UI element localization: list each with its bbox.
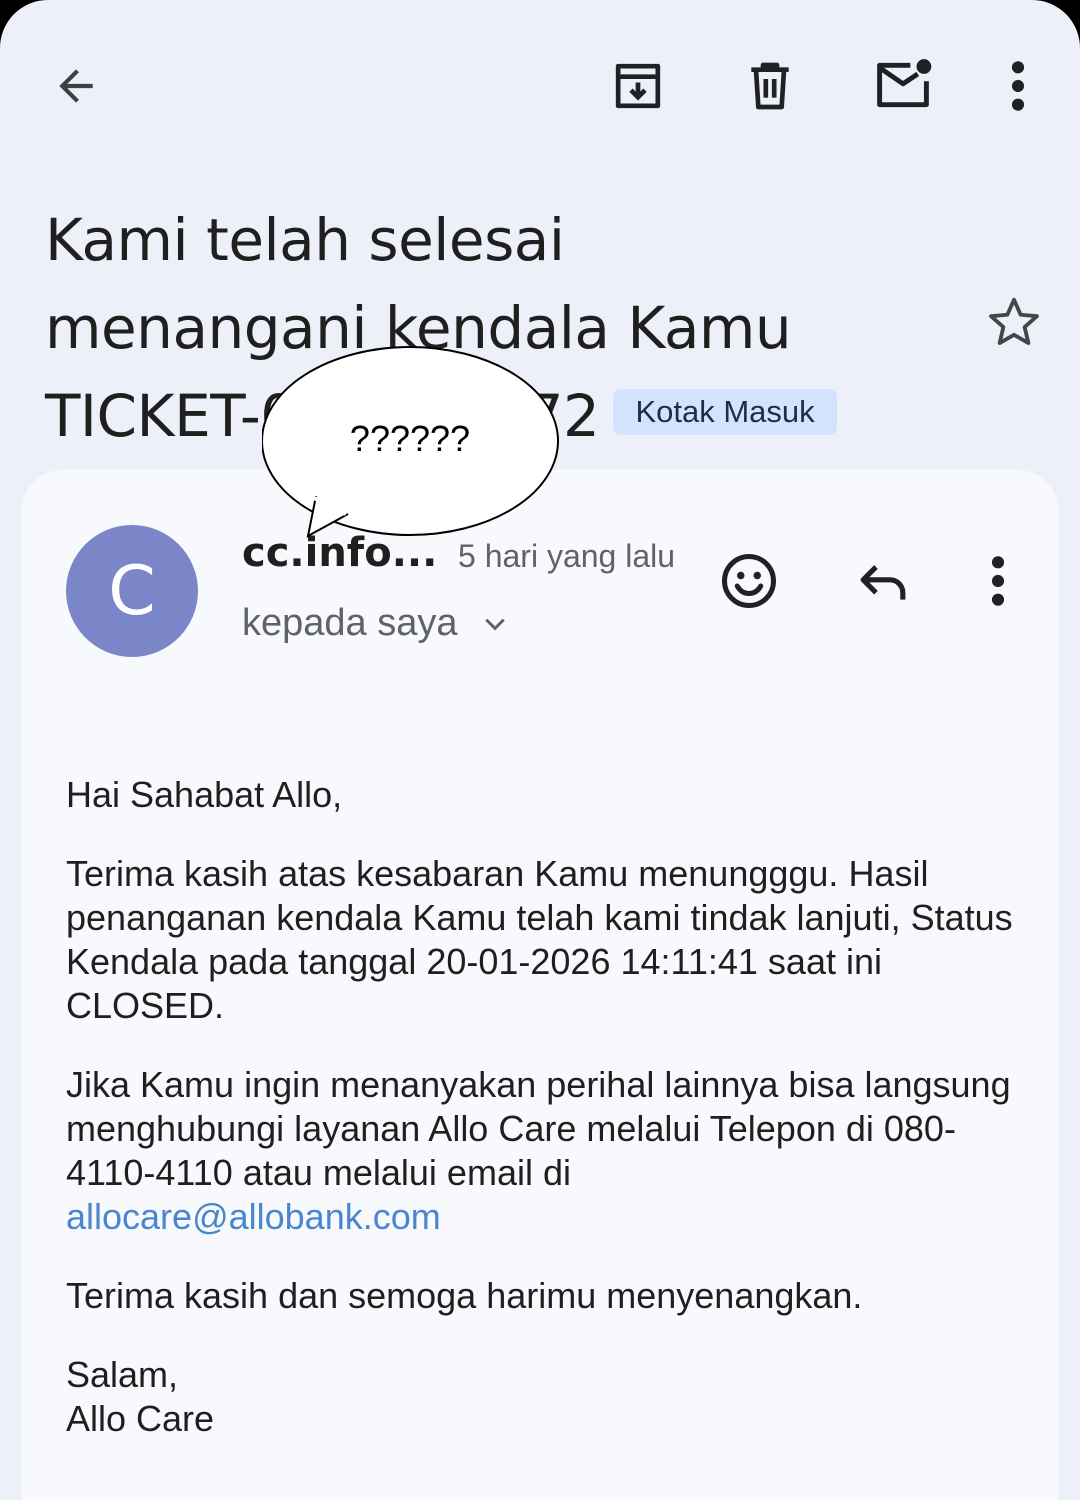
back-button[interactable]: [44, 54, 108, 118]
react-button[interactable]: [716, 548, 782, 614]
more-vert-icon: [991, 556, 1005, 606]
email-body: Hai Sahabat Allo, Terima kasih atas kesa…: [66, 773, 1016, 1476]
ticket-id-start: TICKET-0: [45, 382, 297, 450]
recipient-label: kepada saya: [242, 602, 458, 644]
star-button[interactable]: [984, 292, 1044, 352]
archive-button[interactable]: [606, 54, 670, 118]
archive-icon: [615, 63, 661, 109]
sender-avatar[interactable]: C: [66, 525, 198, 657]
signature: Allo Care: [66, 1398, 215, 1439]
body-paragraph-1: Terima kasih atas kesabaran Kamu menungg…: [66, 853, 1013, 1026]
arrow-back-icon: [59, 69, 93, 103]
closing: Salam,: [66, 1354, 179, 1395]
greeting: Hai Sahabat Allo,: [66, 774, 343, 815]
subject-line-1: Kami telah selesai: [45, 206, 565, 274]
mail-unread-icon: [877, 59, 932, 108]
emoji-icon: [721, 553, 777, 609]
body-paragraph-3: Terima kasih dan semoga harimu menyenang…: [66, 1275, 863, 1316]
mark-unread-button[interactable]: [868, 52, 938, 118]
more-vert-icon: [1011, 61, 1025, 111]
inbox-label-chip[interactable]: Kotak Masuk: [613, 388, 837, 435]
email-screen: Kami telah selesai menangani kendala Kam…: [0, 0, 1080, 1500]
body-paragraph-2-text: Jika Kamu ingin menanyakan perihal lainn…: [66, 1064, 1011, 1193]
more-options-button[interactable]: [990, 54, 1046, 118]
top-app-bar: [0, 0, 1080, 170]
delete-button[interactable]: [738, 54, 802, 118]
email-link[interactable]: allocare@allobank.com: [66, 1196, 441, 1237]
chevron-down-icon: [484, 618, 505, 630]
trash-icon: [751, 62, 789, 110]
star-icon: [989, 297, 1039, 345]
recipient-details[interactable]: kepada saya: [242, 602, 510, 645]
signature-block: Salam, Allo Care: [66, 1353, 1016, 1441]
body-paragraph-2: Jika Kamu ingin menanyakan perihal lainn…: [66, 1063, 1016, 1239]
message-more-button[interactable]: [970, 548, 1026, 614]
reply-icon: [860, 565, 906, 600]
speech-bubble-text: ??????: [349, 418, 471, 459]
reply-button[interactable]: [850, 548, 916, 614]
